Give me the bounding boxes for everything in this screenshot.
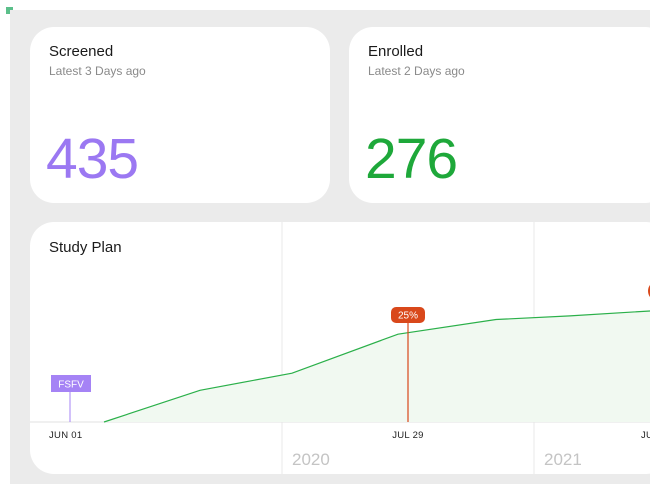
plan-area-fill: [104, 310, 650, 422]
x-tick-label: JUN 01: [49, 430, 82, 441]
card-subtitle: Latest 2 Days ago: [368, 64, 465, 78]
card-title: Enrolled: [368, 43, 424, 60]
screened-count: 435: [46, 127, 139, 191]
card-title: Screened: [49, 43, 114, 60]
fsfv-label: FSFV: [58, 380, 84, 391]
x-tick-label: JUL 29: [392, 430, 424, 441]
card-subtitle: Latest 3 Days ago: [49, 64, 146, 78]
enrolled-count: 276: [365, 127, 458, 191]
enrolled-card[interactable]: Enrolled Latest 2 Days ago 276: [349, 27, 650, 203]
year-label: 2021: [544, 450, 582, 469]
year-label: 2020: [292, 450, 330, 469]
dashboard: Screened Latest 3 Days ago 435 Enrolled …: [10, 10, 650, 484]
study-plan-chart: FSFV 25% JUN 01 JUL 29 JU 2020 2021: [30, 222, 650, 474]
milestone-label: 25%: [398, 311, 418, 322]
study-plan-card[interactable]: Study Plan FSFV 25% JUN 01 JUL 29 JU 202…: [30, 222, 650, 474]
screened-card[interactable]: Screened Latest 3 Days ago 435: [30, 27, 330, 203]
x-tick-label: JU: [641, 430, 650, 441]
